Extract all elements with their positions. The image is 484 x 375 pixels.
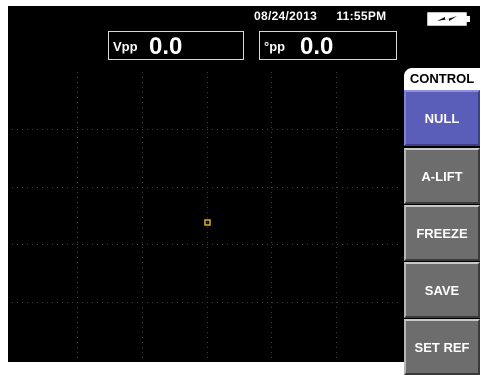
a-lift-button[interactable]: A-LIFT bbox=[404, 148, 480, 204]
phase-value: 0.0 bbox=[300, 33, 334, 60]
vpp-label: Vpp bbox=[113, 39, 138, 54]
vpp-value: 0.0 bbox=[149, 33, 183, 60]
grid-graphic bbox=[12, 72, 401, 359]
freeze-button[interactable]: FREEZE bbox=[404, 205, 480, 261]
null-button[interactable]: NULL bbox=[404, 90, 480, 146]
menu-title: CONTROL bbox=[404, 68, 480, 90]
phase-label: °pp bbox=[264, 39, 286, 54]
time-text: 11:55PM bbox=[336, 9, 387, 23]
instrument-screen: 08/24/2013 11:55PM Vpp 0.0 °pp 0.0 CONTR… bbox=[8, 6, 480, 375]
grid-lines bbox=[12, 72, 401, 359]
date-text: 08/24/2013 bbox=[254, 9, 318, 23]
control-menu: CONTROL NULL A-LIFT FREEZE SAVE SET REF bbox=[404, 68, 480, 375]
save-button[interactable]: SAVE bbox=[404, 262, 480, 318]
date-time-display: 08/24/2013 11:55PM bbox=[254, 9, 424, 23]
signal-display-grid[interactable] bbox=[12, 72, 401, 359]
vpp-readout: Vpp 0.0 bbox=[108, 31, 244, 60]
phase-readout: °pp 0.0 bbox=[259, 31, 397, 60]
battery-charging-icon bbox=[427, 11, 472, 27]
